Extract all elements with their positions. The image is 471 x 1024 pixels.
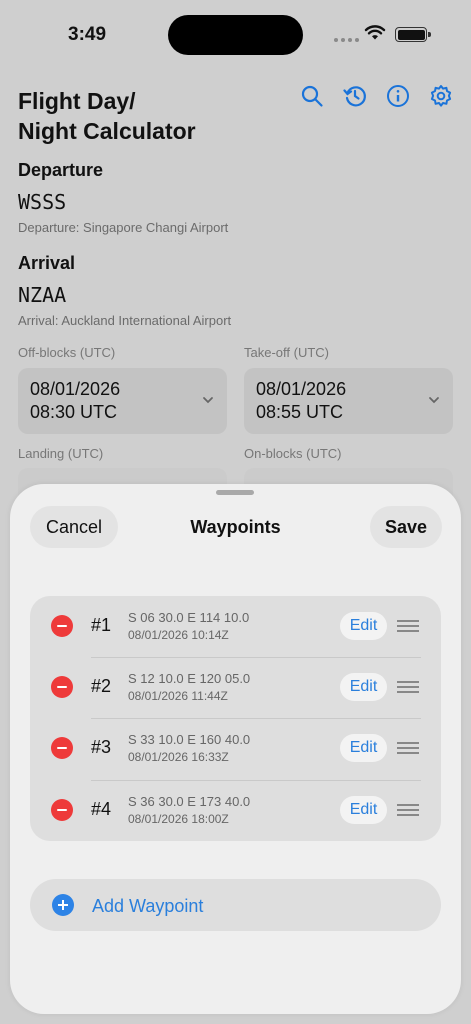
waypoint-list: #1 S 06 30.0 E 114 10.0 08/01/2026 10:14…: [30, 596, 441, 841]
take-off-time: 08:55 UTC: [256, 402, 344, 422]
edit-button[interactable]: Edit: [340, 612, 387, 640]
waypoint-coords: S 12 10.0 E 120 05.0: [128, 671, 251, 686]
search-icon[interactable]: [300, 84, 324, 108]
drag-handle-icon[interactable]: [397, 742, 419, 754]
off-blocks-picker[interactable]: 08/01/2026 08:30 UTC: [18, 368, 227, 434]
waypoint-row: #3 S 33 10.0 E 160 40.0 08/01/2026 16:33…: [30, 718, 441, 779]
toolbar: [300, 84, 453, 108]
take-off-date: 08/01/2026: [256, 379, 347, 399]
info-icon[interactable]: [386, 84, 410, 108]
sheet-grabber[interactable]: [216, 490, 254, 495]
take-off-picker[interactable]: 08/01/2026 08:55 UTC: [244, 368, 453, 434]
waypoint-coords: S 06 30.0 E 114 10.0: [128, 610, 250, 625]
departure-heading: Departure: [18, 160, 104, 180]
take-off-label: Take-off (UTC): [244, 345, 329, 360]
waypoint-row: #1 S 06 30.0 E 114 10.0 08/01/2026 10:14…: [30, 596, 441, 657]
waypoint-time: 08/01/2026 18:00Z: [128, 812, 229, 826]
off-blocks-time: 08:30 UTC: [30, 402, 118, 422]
landing-label: Landing (UTC): [18, 446, 104, 461]
chevron-down-icon: [429, 397, 439, 404]
add-waypoint-label: Add Waypoint: [92, 896, 204, 916]
edit-button[interactable]: Edit: [340, 734, 387, 762]
departure-code-field[interactable]: WSSS: [18, 190, 66, 214]
drag-handle-icon[interactable]: [397, 620, 419, 632]
waypoint-number: #1: [91, 615, 112, 635]
edit-button[interactable]: Edit: [340, 673, 387, 701]
save-button[interactable]: Save: [370, 506, 442, 548]
delete-icon[interactable]: [51, 737, 73, 759]
chevron-down-icon: [203, 397, 213, 404]
page-title-line1: Flight Day/: [18, 88, 136, 114]
arrival-heading: Arrival: [18, 253, 76, 273]
waypoint-number: #4: [91, 799, 112, 819]
delete-icon[interactable]: [51, 676, 73, 698]
waypoint-number: #3: [91, 737, 112, 757]
waypoint-row: #4 S 36 30.0 E 173 40.0 08/01/2026 18:00…: [30, 780, 441, 841]
waypoint-row: #2 S 12 10.0 E 120 05.0 08/01/2026 11:44…: [30, 657, 441, 718]
waypoints-sheet: Cancel Waypoints Save #1 S 06 30.0 E 114…: [10, 484, 461, 1014]
waypoint-time: 08/01/2026 16:33Z: [128, 750, 229, 764]
waypoint-coords: S 33 10.0 E 160 40.0: [128, 732, 251, 747]
drag-handle-icon[interactable]: [397, 681, 419, 693]
delete-icon[interactable]: [51, 615, 73, 637]
departure-description: Departure: Singapore Changi Airport: [18, 220, 229, 235]
waypoint-coords: S 36 30.0 E 173 40.0: [128, 794, 251, 809]
waypoint-time: 08/01/2026 10:14Z: [128, 628, 229, 642]
waypoint-number: #2: [91, 676, 112, 696]
page-title: Flight Day/ Night Calculator: [18, 86, 238, 146]
arrival-description: Arrival: Auckland International Airport: [18, 313, 232, 328]
off-blocks-date: 08/01/2026: [30, 379, 121, 399]
history-icon[interactable]: [343, 84, 367, 108]
on-blocks-label: On-blocks (UTC): [244, 446, 342, 461]
arrival-code-field[interactable]: NZAA: [18, 283, 66, 307]
off-blocks-label: Off-blocks (UTC): [18, 345, 116, 360]
delete-icon[interactable]: [51, 799, 73, 821]
page-title-line2: Night Calculator: [18, 118, 196, 144]
edit-button[interactable]: Edit: [340, 796, 387, 824]
drag-handle-icon[interactable]: [397, 804, 419, 816]
waypoint-time: 08/01/2026 11:44Z: [128, 689, 228, 703]
add-waypoint-button[interactable]: Add Waypoint: [30, 879, 441, 931]
plus-circle-icon: [52, 894, 74, 916]
settings-icon[interactable]: [429, 84, 453, 108]
